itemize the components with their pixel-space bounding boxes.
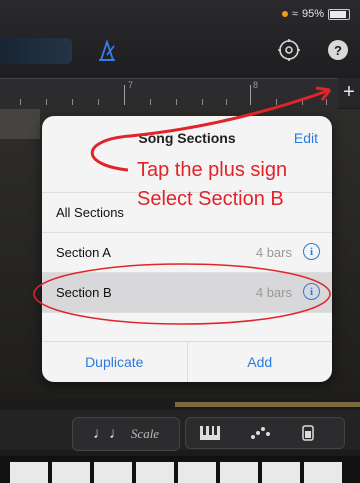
scale-button[interactable]: ♩♩ Scale (72, 417, 180, 451)
keyboard-controls: ♩♩ Scale (0, 410, 360, 451)
ruler-mark-7: 7 (128, 80, 134, 90)
song-sections-popover: Song Sections Edit All Sections Section … (42, 116, 332, 382)
scale-label: Scale (130, 426, 160, 441)
ruler-mark-8: 8 (253, 80, 259, 90)
section-length: 4 bars (255, 285, 292, 300)
popover-spacer (42, 312, 332, 342)
popover-title: Song Sections (138, 130, 236, 146)
section-row-a[interactable]: Section A 4 bars i (42, 232, 332, 272)
keyboard-range-strip (175, 402, 360, 407)
gear-icon[interactable] (276, 37, 302, 63)
track-view-control[interactable] (0, 38, 72, 64)
keyboard-mode-buttons[interactable] (185, 417, 345, 449)
section-label: All Sections (56, 205, 124, 220)
help-button[interactable]: ? (328, 40, 348, 60)
popover-header: Song Sections Edit (42, 116, 332, 164)
edit-button[interactable]: Edit (294, 130, 318, 146)
notes-icon: ♩♩ (92, 425, 125, 442)
section-label: Section B (56, 285, 112, 300)
info-icon[interactable]: i (303, 283, 320, 300)
recording-dot-icon (281, 11, 288, 17)
battery-icon (328, 8, 350, 20)
section-row-b[interactable]: Section B 4 bars i (42, 272, 332, 312)
info-icon[interactable]: i (303, 243, 320, 260)
metronome-icon[interactable] (96, 40, 118, 62)
add-section-plus-button[interactable]: + (338, 78, 360, 108)
annotation-line-2: Select Section B (137, 188, 284, 210)
section-length: 4 bars (255, 245, 292, 260)
sustain-slider-icon[interactable] (302, 425, 314, 441)
top-toolbar: ≈ 95% ? (0, 0, 360, 78)
duplicate-button[interactable]: Duplicate (42, 342, 187, 382)
piano-keyboard[interactable] (0, 456, 360, 483)
wifi-icon: ≈ (291, 8, 298, 20)
annotation-line-1: Tap the plus sign (137, 159, 288, 181)
add-button[interactable]: Add (186, 342, 333, 382)
arpeggiator-icon[interactable] (250, 426, 272, 440)
battery-percentage: 95% (301, 8, 324, 20)
section-label: Section A (56, 245, 111, 260)
timeline-ruler[interactable]: 7 8 (0, 78, 338, 110)
popover-footer: Duplicate Add (42, 341, 332, 382)
piano-keys-icon[interactable] (200, 426, 220, 440)
status-bar: ≈ 95% (281, 6, 350, 22)
